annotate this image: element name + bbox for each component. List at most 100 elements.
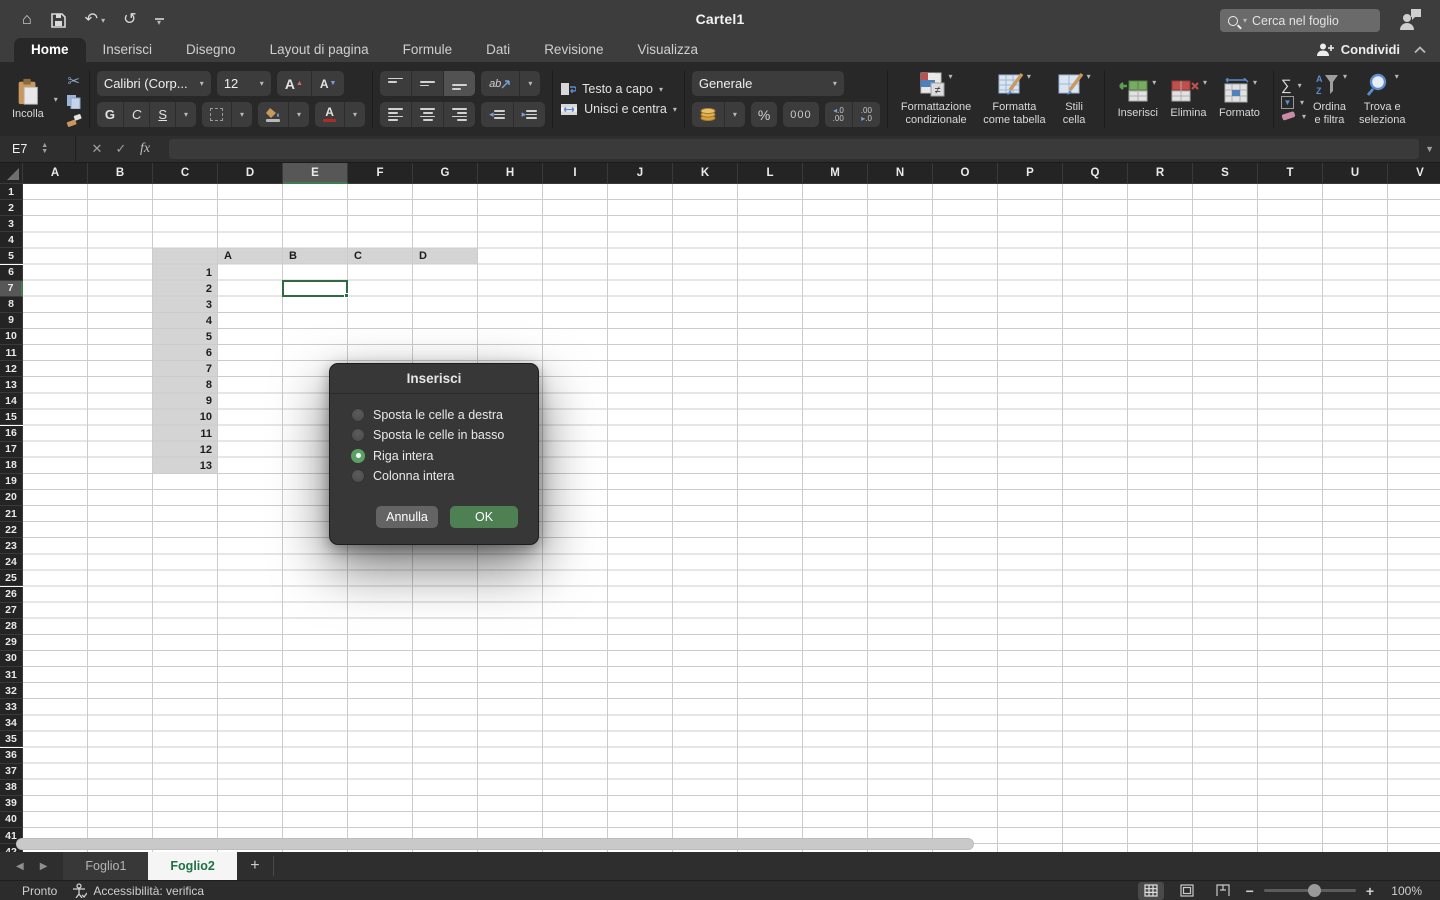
cell-styles-button[interactable]: ▾ Stili cella [1052, 72, 1097, 126]
radio-icon[interactable] [351, 408, 365, 422]
radio-icon[interactable] [351, 428, 365, 442]
insert-cells-button[interactable]: ▾ Inserisci [1112, 78, 1164, 120]
decrease-indent-button[interactable]: ◂ [481, 102, 514, 127]
tab-formule[interactable]: Formule [386, 38, 470, 62]
select-all-corner[interactable] [0, 163, 23, 184]
zoom-in-icon[interactable]: + [1366, 885, 1374, 897]
row-header-27[interactable]: 27 [0, 603, 23, 619]
increase-decimal-button[interactable]: ◂.0 .00 [825, 102, 853, 127]
column-header-M[interactable]: M [803, 163, 868, 184]
align-center-button[interactable] [412, 102, 444, 127]
orientation-button[interactable]: ab [481, 71, 520, 96]
search-input[interactable]: ▾ Cerca nel foglio [1220, 9, 1380, 32]
horizontal-scrollbar[interactable] [16, 838, 974, 850]
cell-number-4[interactable]: 4 [153, 313, 212, 329]
column-header-P[interactable]: P [998, 163, 1063, 184]
fill-color-chevron-icon[interactable]: ▾ [289, 102, 309, 127]
zoom-slider-handle[interactable] [1308, 884, 1321, 897]
tab-dati[interactable]: Dati [469, 38, 527, 62]
row-header-32[interactable]: 32 [0, 683, 23, 699]
underline-chevron-icon[interactable]: ▾ [176, 102, 196, 127]
column-header-O[interactable]: O [933, 163, 998, 184]
column-header-R[interactable]: R [1128, 163, 1193, 184]
find-select-button[interactable]: ▾ Trova e seleziona [1353, 72, 1411, 126]
selected-cell-E7[interactable] [282, 280, 348, 297]
radio-selected-icon[interactable] [351, 449, 365, 463]
row-header-28[interactable]: 28 [0, 619, 23, 635]
formula-bar-expand-icon[interactable]: ▼ [1425, 144, 1440, 154]
page-layout-view-button[interactable] [1174, 882, 1200, 900]
column-header-J[interactable]: J [608, 163, 673, 184]
cell-number-9[interactable]: 9 [153, 393, 212, 409]
increase-font-button[interactable]: A ▲ [277, 71, 312, 96]
row-header-40[interactable]: 40 [0, 812, 23, 828]
row-header-38[interactable]: 38 [0, 780, 23, 796]
align-middle-button[interactable] [412, 71, 444, 96]
row-header-23[interactable]: 23 [0, 538, 23, 554]
cell-number-2[interactable]: 2 [153, 281, 212, 297]
tab-visualizza[interactable]: Visualizza [620, 38, 715, 62]
column-header-E[interactable]: E [283, 163, 348, 184]
italic-button[interactable]: C [124, 102, 150, 127]
cell-number-10[interactable]: 10 [153, 409, 212, 425]
underline-button[interactable]: S [150, 102, 176, 127]
conditional-formatting-button[interactable]: ≠ ▾ Formattazione condizionale [895, 72, 977, 126]
wrap-text-button[interactable]: Testo a capo ▾ [560, 82, 677, 96]
sort-filter-button[interactable]: A Z ▾ Ordina e filtra [1306, 72, 1353, 126]
row-header-7[interactable]: 7 [0, 281, 23, 297]
page-break-view-button[interactable] [1210, 882, 1236, 900]
column-header-H[interactable]: H [478, 163, 543, 184]
cell-number-7[interactable]: 7 [153, 361, 212, 377]
column-header-T[interactable]: T [1258, 163, 1323, 184]
cell-number-6[interactable]: 6 [153, 345, 212, 361]
collapse-ribbon-icon[interactable] [1414, 46, 1426, 54]
cell-number-11[interactable]: 11 [153, 426, 212, 442]
column-header-B[interactable]: B [88, 163, 153, 184]
column-header-U[interactable]: U [1323, 163, 1388, 184]
insert-function-icon[interactable]: fx [133, 141, 157, 157]
bold-button[interactable]: G [97, 102, 124, 127]
align-left-button[interactable] [380, 102, 412, 127]
row-header-3[interactable]: 3 [0, 216, 23, 232]
row-header-34[interactable]: 34 [0, 715, 23, 731]
cell-number-3[interactable]: 3 [153, 297, 212, 313]
column-header-L[interactable]: L [738, 163, 803, 184]
column-header-S[interactable]: S [1193, 163, 1258, 184]
row-header-5[interactable]: 5 [0, 248, 23, 264]
font-size-select[interactable]: 12 ▾ [217, 71, 271, 96]
fill-handle[interactable] [344, 293, 349, 298]
row-header-37[interactable]: 37 [0, 764, 23, 780]
column-header-A[interactable]: A [23, 163, 88, 184]
row-header-6[interactable]: 6 [0, 265, 23, 281]
zoom-slider[interactable] [1264, 889, 1356, 892]
row-header-39[interactable]: 39 [0, 796, 23, 812]
row-header-17[interactable]: 17 [0, 442, 23, 458]
cell-number-8[interactable]: 8 [153, 377, 212, 393]
column-header-I[interactable]: I [543, 163, 608, 184]
autosum-button[interactable]: ∑ ▾ [1281, 77, 1306, 94]
name-box-spinner[interactable]: ▲▼ [41, 143, 48, 155]
copy-icon[interactable] [66, 94, 81, 109]
font-color-button[interactable]: A [315, 102, 345, 127]
share-button[interactable]: Condividi [1317, 42, 1400, 57]
borders-chevron-icon[interactable]: ▾ [232, 102, 252, 127]
ok-button[interactable]: OK [450, 506, 518, 528]
paste-button[interactable]: Incolla [8, 78, 48, 121]
dialog-option-3[interactable]: Colonna intera [351, 469, 538, 484]
dialog-option-2[interactable]: Riga intera [351, 448, 538, 463]
clear-button[interactable]: ▾ [1281, 111, 1306, 121]
sheet-prev-icon[interactable]: ◀ [16, 861, 24, 872]
row-header-20[interactable]: 20 [0, 490, 23, 506]
row-header-13[interactable]: 13 [0, 377, 23, 393]
name-box[interactable]: E7 ▲▼ [0, 142, 66, 156]
enter-icon[interactable]: ✓ [109, 141, 133, 157]
row-header-19[interactable]: 19 [0, 474, 23, 490]
cell-label-B[interactable]: B [283, 248, 348, 264]
row-header-12[interactable]: 12 [0, 361, 23, 377]
row-header-16[interactable]: 16 [0, 426, 23, 442]
thousands-separator-button[interactable]: 000 [783, 102, 818, 127]
row-header-2[interactable]: 2 [0, 200, 23, 216]
cancel-icon[interactable]: ✕ [85, 141, 109, 157]
cell-number-1[interactable]: 1 [153, 265, 212, 281]
column-header-V[interactable]: V [1388, 163, 1440, 184]
